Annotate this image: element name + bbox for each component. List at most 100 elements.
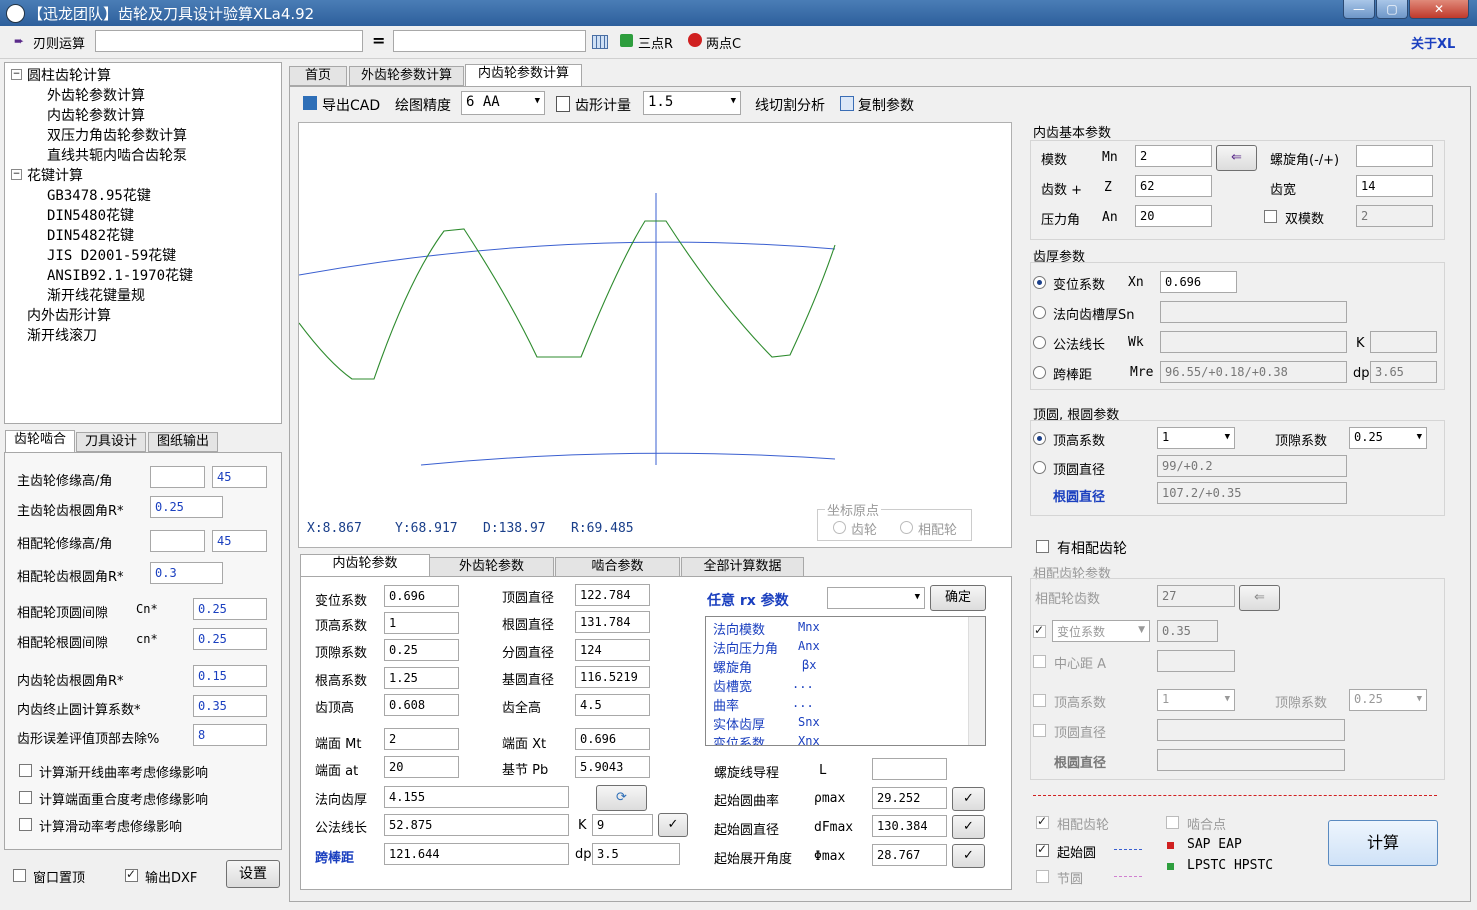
start-diameter-apply[interactable]: ✓	[952, 815, 985, 839]
rx-item-name[interactable]: 法向模数	[713, 619, 765, 638]
mate-shift-check[interactable]	[1033, 623, 1046, 638]
internal-end-circle-input[interactable]: 0.35	[193, 695, 267, 717]
maximize-button[interactable]: ▢	[1376, 0, 1408, 19]
tree-item-gb3478[interactable]: GB3478.95花键	[47, 185, 151, 205]
legend-mesh-check[interactable]	[1166, 816, 1179, 829]
calculator-icon[interactable]	[592, 35, 608, 49]
tree-item-spline-gauge[interactable]: 渐开线花键量规	[47, 285, 145, 305]
settings-button[interactable]: 设置	[226, 860, 280, 888]
right-shift-coef-input[interactable]: 0.696	[1160, 271, 1237, 293]
mate-shift-select[interactable]: 变位系数 ▼	[1052, 620, 1150, 642]
radio-tip-diameter[interactable]	[1033, 461, 1046, 474]
span-teeth-value[interactable]: 9	[592, 814, 653, 836]
expression-input[interactable]	[95, 30, 363, 52]
helix-angle-input[interactable]	[1356, 145, 1433, 167]
pressure-angle-input[interactable]: 20	[1135, 205, 1212, 227]
has-mate-check[interactable]	[1036, 540, 1049, 553]
rx-item-name[interactable]: 曲率	[713, 695, 739, 714]
rx-list[interactable]: 法向模数 Mnx 法向压力角 Anx 螺旋角 βx 齿槽宽 ... 曲率 ...…	[705, 616, 986, 746]
face-width-input[interactable]: 14	[1356, 175, 1433, 197]
two-point-button[interactable]: 两点C	[706, 33, 741, 52]
right-over-pins-input[interactable]: 96.55/+0.18/+0.38	[1160, 361, 1347, 383]
mate-shift-input[interactable]: 0.35	[1157, 620, 1218, 642]
rx-item-name[interactable]: 实体齿厚	[713, 714, 765, 733]
tree-item-tooth-profile[interactable]: 内外齿形计算	[27, 305, 111, 325]
export-cad-button[interactable]: 导出CAD	[322, 95, 380, 115]
tree-item-jis[interactable]: JIS D2001-59花键	[47, 245, 176, 265]
legend-start-check[interactable]	[1036, 842, 1049, 857]
module-input[interactable]: 2	[1135, 145, 1212, 167]
center-distance-check[interactable]	[1033, 655, 1046, 668]
legend-mate-check[interactable]	[1036, 814, 1049, 829]
rx-item-name[interactable]: 变位系数	[713, 733, 765, 745]
right-pin-diameter-input[interactable]: 3.65	[1370, 361, 1437, 383]
tree-item-din5480[interactable]: DIN5480花键	[47, 205, 134, 225]
mate-addendum-select[interactable]: 1 ▼	[1157, 689, 1235, 711]
right-span-teeth-input[interactable]	[1370, 331, 1437, 353]
calculate-button[interactable]: 计算	[1328, 820, 1438, 866]
internal-root-fillet-input[interactable]: 0.15	[193, 665, 267, 687]
check-window-topmost[interactable]	[13, 869, 26, 882]
tab-mesh-params[interactable]: 啮合参数	[555, 557, 680, 577]
mate-tip-clearance-input[interactable]: 0.25	[193, 598, 267, 620]
tree-item-gear-pump[interactable]: 直线共轭内啮合齿轮泵	[47, 145, 187, 165]
dual-module-input[interactable]: 2	[1356, 205, 1433, 227]
module-pick-button[interactable]: ⇐	[1216, 145, 1257, 171]
mate-root-fillet-input[interactable]: 0.3	[150, 562, 223, 584]
tab-gear-mesh[interactable]: 齿轮啮合	[5, 430, 75, 452]
clearance-coef-select[interactable]: 0.25 ▼	[1349, 427, 1427, 449]
radio-over-pins[interactable]	[1033, 366, 1046, 379]
start-curvature-apply[interactable]: ✓	[952, 787, 985, 811]
radio-shift-coef[interactable]	[1033, 276, 1046, 289]
check-involute-curvature[interactable]	[19, 764, 32, 777]
mate-root-clearance-input[interactable]: 0.25	[193, 628, 267, 650]
main-tip-relief-height[interactable]	[150, 466, 205, 488]
right-root-diameter-input[interactable]: 107.2/+0.35	[1157, 482, 1347, 504]
mate-tip-check[interactable]	[1033, 724, 1046, 737]
tab-internal-gear[interactable]: 内齿轮参数计算	[465, 64, 582, 86]
tab-internal-params[interactable]: 内齿轮参数	[300, 554, 430, 576]
radio-normal-space[interactable]	[1033, 306, 1046, 319]
right-span-length-input[interactable]	[1160, 331, 1347, 353]
tree-item-din5482[interactable]: DIN5482花键	[47, 225, 134, 245]
refresh-button[interactable]: ⟳	[596, 785, 647, 811]
check-output-dxf[interactable]	[125, 867, 138, 882]
three-point-button[interactable]: 三点R	[638, 33, 673, 52]
radio-span-length[interactable]	[1033, 336, 1046, 349]
tab-all-data[interactable]: 全部计算数据	[681, 557, 804, 577]
mate-addendum-check[interactable]	[1033, 694, 1046, 707]
rx-scrollbar[interactable]	[968, 617, 985, 745]
span-apply-button[interactable]: ✓	[658, 813, 688, 837]
tree-item-cylindrical-gear[interactable]: 圆柱齿轮计算	[27, 65, 111, 85]
normal-space-input[interactable]	[1160, 301, 1347, 323]
radio-addendum-coef[interactable]	[1033, 432, 1046, 445]
tab-external-gear[interactable]: 外齿轮参数计算	[349, 66, 464, 86]
mate-clearance-select[interactable]: 0.25 ▼	[1349, 689, 1427, 711]
minimize-button[interactable]: —	[1343, 0, 1375, 19]
mate-teeth-input[interactable]: 27	[1157, 585, 1235, 607]
center-distance-input[interactable]	[1157, 650, 1235, 672]
main-tip-relief-angle[interactable]: 45	[212, 466, 267, 488]
main-root-fillet-input[interactable]: 0.25	[150, 496, 223, 518]
check-transverse-contact[interactable]	[19, 791, 32, 804]
start-roll-angle-apply[interactable]: ✓	[952, 844, 985, 868]
rx-select[interactable]: ▼	[827, 587, 925, 609]
origin-mate-radio[interactable]	[900, 521, 913, 534]
profile-error-trim-input[interactable]: 8	[193, 724, 267, 746]
tree-item-external-gear[interactable]: 外齿轮参数计算	[47, 85, 145, 105]
addendum-coef-select[interactable]: 1 ▼	[1157, 427, 1235, 449]
rx-confirm-button[interactable]: 确定	[930, 585, 986, 611]
mate-tip-relief-height[interactable]	[150, 530, 205, 552]
result-input[interactable]	[393, 30, 586, 52]
close-button[interactable]: ✕	[1409, 0, 1469, 19]
pin-diameter-value[interactable]: 3.5	[592, 843, 680, 865]
copy-params-button[interactable]: 复制参数	[858, 95, 914, 115]
tab-drawing-output[interactable]: 图纸输出	[148, 432, 218, 452]
origin-gear-radio[interactable]	[833, 521, 846, 534]
mate-tip-relief-angle[interactable]: 45	[212, 530, 267, 552]
mate-tip-input[interactable]	[1157, 719, 1345, 741]
check-sliding-rate[interactable]	[19, 818, 32, 831]
mate-root-input[interactable]	[1157, 749, 1345, 771]
gear-canvas[interactable]: X:8.867 Y:68.917 D:138.97 R:69.485 坐标原点 …	[298, 122, 1012, 548]
tree-expander-cylindrical[interactable]: −	[11, 69, 22, 80]
